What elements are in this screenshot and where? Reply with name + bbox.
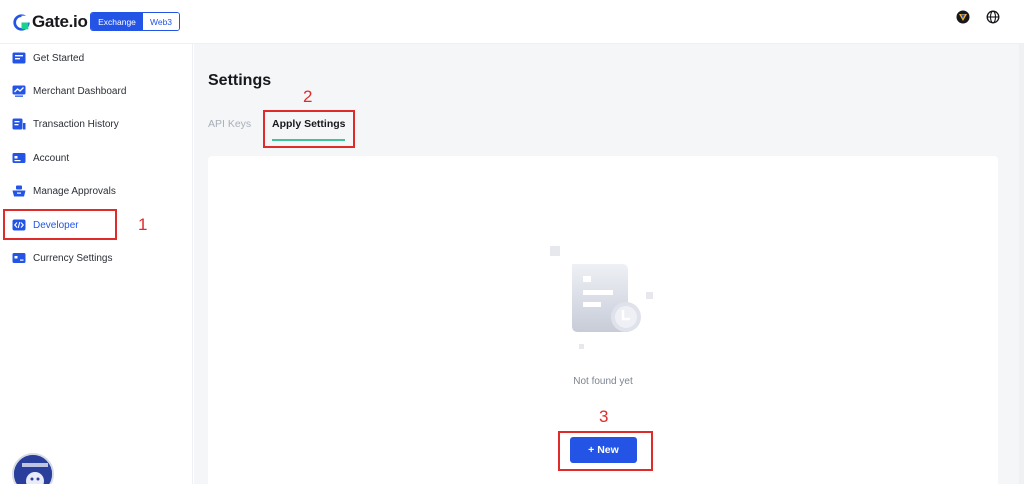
page-scrollbar[interactable] <box>1019 44 1024 484</box>
exchange-web3-switch: Exchange Web3 <box>90 12 180 31</box>
sidebar: Get Started Merchant Dashboard Transacti… <box>0 44 193 484</box>
sidebar-item-currency-settings[interactable]: Currency Settings <box>12 248 112 268</box>
annotation-number-2: 2 <box>303 87 313 106</box>
page-title: Settings <box>208 72 272 89</box>
sidebar-item-transaction-history[interactable]: Transaction History <box>12 114 119 134</box>
globe-icon[interactable] <box>986 10 1000 24</box>
gate-logo[interactable]: Gate.io <box>13 11 88 33</box>
avatar[interactable] <box>12 453 54 484</box>
sidebar-item-label: Merchant Dashboard <box>33 85 127 97</box>
approvals-icon <box>12 185 26 197</box>
exchange-tab[interactable]: Exchange <box>91 13 143 30</box>
sidebar-item-get-started[interactable]: Get Started <box>12 48 84 68</box>
logo-text: Gate.io <box>32 12 88 31</box>
wallet-badge-icon[interactable] <box>956 10 970 24</box>
sidebar-item-account[interactable]: Account <box>12 148 69 168</box>
tab-api-keys[interactable]: API Keys <box>208 118 251 130</box>
empty-document-icon <box>550 246 653 349</box>
top-header: Gate.io Exchange Web3 <box>0 0 1024 44</box>
avatar-image <box>14 455 52 484</box>
transaction-history-icon <box>12 118 26 130</box>
annotation-box-apply-settings <box>263 110 355 148</box>
web3-tab[interactable]: Web3 <box>143 13 179 30</box>
sidebar-item-manage-approvals[interactable]: Manage Approvals <box>12 181 116 201</box>
dashboard-chart-icon <box>12 85 26 97</box>
annotation-number-3: 3 <box>599 407 609 426</box>
sidebar-item-merchant-dashboard[interactable]: Merchant Dashboard <box>12 81 126 101</box>
annotation-box-new-button <box>558 431 653 471</box>
currency-card-icon <box>12 253 26 263</box>
get-started-icon <box>12 52 26 64</box>
annotation-number-1: 1 <box>138 215 148 234</box>
sidebar-item-label: Account <box>33 152 70 164</box>
sidebar-item-label: Currency Settings <box>33 252 113 264</box>
empty-state-text: Not found yet <box>573 376 633 387</box>
sidebar-item-label: Manage Approvals <box>33 185 116 197</box>
account-card-icon <box>12 153 26 163</box>
sidebar-item-label: Get Started <box>33 52 85 64</box>
gate-logo-icon <box>13 13 30 31</box>
annotation-box-developer <box>3 209 117 240</box>
sidebar-item-label: Transaction History <box>33 118 119 130</box>
